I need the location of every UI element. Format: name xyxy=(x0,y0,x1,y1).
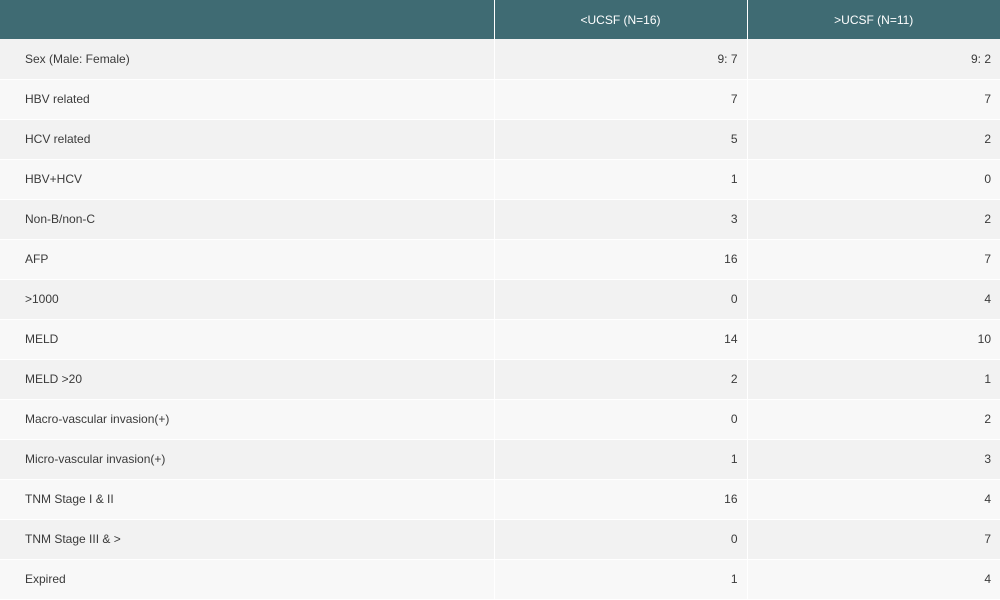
below-ucsf-value: 1 xyxy=(493,439,748,479)
row-label: Non-B/non-C xyxy=(0,199,495,239)
table-row: AFP 16 7 xyxy=(0,239,1000,279)
header-cell-below-ucsf: <UCSF (N=16) xyxy=(493,0,748,39)
header-cell-above-ucsf: >UCSF (N=11) xyxy=(746,0,1000,39)
row-label: Micro-vascular invasion(+) xyxy=(0,439,495,479)
table-row: TNM Stage I & II 16 4 xyxy=(0,479,1000,519)
above-ucsf-value: 3 xyxy=(746,439,1000,479)
table-row: Expired 1 4 xyxy=(0,559,1000,599)
table-row: Macro-vascular invasion(+) 0 2 xyxy=(0,399,1000,439)
below-ucsf-value: 14 xyxy=(493,319,748,359)
row-label: MELD >20 xyxy=(0,359,495,399)
header-cell-variable xyxy=(0,0,495,39)
above-ucsf-value: 10 xyxy=(746,319,1000,359)
table-row: >1000 0 4 xyxy=(0,279,1000,319)
below-ucsf-value: 1 xyxy=(493,159,748,199)
table-row: HBV+HCV 1 0 xyxy=(0,159,1000,199)
row-label: HBV+HCV xyxy=(0,159,495,199)
comparison-table: <UCSF (N=16) >UCSF (N=11) Sex (Male: Fem… xyxy=(0,0,1000,600)
below-ucsf-value: 0 xyxy=(493,519,748,559)
table-row: Non-B/non-C 3 2 xyxy=(0,199,1000,239)
below-ucsf-value: 16 xyxy=(493,239,748,279)
above-ucsf-value: 0 xyxy=(746,159,1000,199)
table-row: Sex (Male: Female) 9: 7 9: 2 xyxy=(0,39,1000,79)
below-ucsf-value: 5 xyxy=(493,119,748,159)
row-label: Sex (Male: Female) xyxy=(0,39,495,79)
table-row: TNM Stage III & > 0 7 xyxy=(0,519,1000,559)
below-ucsf-value: 1 xyxy=(493,559,748,599)
row-label: TNM Stage III & > xyxy=(0,519,495,559)
table-row: HCV related 5 2 xyxy=(0,119,1000,159)
row-label: Expired xyxy=(0,559,495,599)
above-ucsf-value: 7 xyxy=(746,79,1000,119)
row-label: Macro-vascular invasion(+) xyxy=(0,399,495,439)
table-body: Sex (Male: Female) 9: 7 9: 2 HBV related… xyxy=(0,39,1000,599)
table-row: HBV related 7 7 xyxy=(0,79,1000,119)
row-label: MELD xyxy=(0,319,495,359)
row-label: HBV related xyxy=(0,79,495,119)
below-ucsf-value: 7 xyxy=(493,79,748,119)
row-label: TNM Stage I & II xyxy=(0,479,495,519)
table-row: MELD >20 2 1 xyxy=(0,359,1000,399)
above-ucsf-value: 4 xyxy=(746,479,1000,519)
above-ucsf-value: 7 xyxy=(746,519,1000,559)
table-header: <UCSF (N=16) >UCSF (N=11) xyxy=(0,0,1000,39)
below-ucsf-value: 0 xyxy=(493,279,748,319)
above-ucsf-value: 2 xyxy=(746,119,1000,159)
row-label: >1000 xyxy=(0,279,495,319)
above-ucsf-value: 4 xyxy=(746,559,1000,599)
below-ucsf-value: 16 xyxy=(493,479,748,519)
above-ucsf-value: 7 xyxy=(746,239,1000,279)
above-ucsf-value: 1 xyxy=(746,359,1000,399)
below-ucsf-value: 2 xyxy=(493,359,748,399)
above-ucsf-value: 2 xyxy=(746,399,1000,439)
above-ucsf-value: 4 xyxy=(746,279,1000,319)
below-ucsf-value: 0 xyxy=(493,399,748,439)
above-ucsf-value: 9: 2 xyxy=(746,39,1000,79)
row-label: HCV related xyxy=(0,119,495,159)
table-row: Micro-vascular invasion(+) 1 3 xyxy=(0,439,1000,479)
below-ucsf-value: 3 xyxy=(493,199,748,239)
below-ucsf-value: 9: 7 xyxy=(493,39,748,79)
row-label: AFP xyxy=(0,239,495,279)
header-row: <UCSF (N=16) >UCSF (N=11) xyxy=(0,0,1000,39)
table-row: MELD 14 10 xyxy=(0,319,1000,359)
data-table-container: <UCSF (N=16) >UCSF (N=11) Sex (Male: Fem… xyxy=(0,0,1000,600)
above-ucsf-value: 2 xyxy=(746,199,1000,239)
